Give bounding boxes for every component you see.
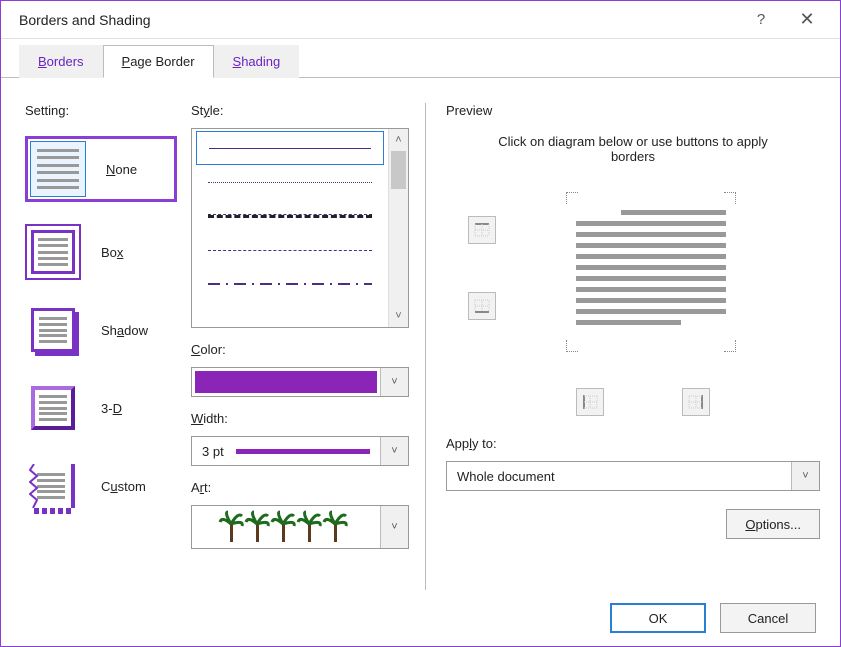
preview-instructions: Click on diagram below or use buttons to… <box>476 134 790 164</box>
chevron-down-icon[interactable]: ˅ <box>380 368 408 396</box>
width-section: Width: 3 pt ˅ <box>191 411 409 466</box>
help-button[interactable]: ? <box>738 5 784 35</box>
width-preview-bar <box>236 449 370 454</box>
borders-and-shading-dialog: Borders and Shading ? ✕ Borders Page Bor… <box>0 0 841 647</box>
setting-label-box: Box <box>101 245 123 260</box>
setting-column: Setting: None Box <box>25 103 177 590</box>
width-value: 3 pt <box>202 444 224 459</box>
close-button[interactable]: ✕ <box>784 5 830 35</box>
width-group-label: Width: <box>191 411 409 426</box>
scroll-down-icon[interactable]: ˅ <box>389 305 408 327</box>
setting-label-custom: Custom <box>101 479 146 494</box>
palm-trees-icon <box>216 510 356 544</box>
options-row: Options... <box>446 509 820 539</box>
border-bottom-button[interactable] <box>468 292 496 320</box>
tab-shading[interactable]: Shading <box>214 45 300 78</box>
options-button[interactable]: Options... <box>726 509 820 539</box>
color-swatch <box>195 371 377 393</box>
style-scrollbar[interactable]: ˄ ˅ <box>388 129 408 327</box>
color-combo[interactable]: ˅ <box>191 367 409 397</box>
tab-page-border[interactable]: Page Border <box>103 45 214 78</box>
setting-swatch-none <box>30 141 86 197</box>
chevron-down-icon[interactable]: ˅ <box>380 437 408 465</box>
style-option-dotted[interactable] <box>196 165 384 199</box>
chevron-down-icon[interactable]: ˅ <box>791 462 819 490</box>
border-top-button[interactable] <box>468 216 496 244</box>
art-combo[interactable]: ˅ <box>191 505 409 549</box>
content-area: Setting: None Box <box>1 89 840 590</box>
preview-document[interactable] <box>566 192 736 352</box>
style-option-dashed[interactable] <box>196 233 384 267</box>
setting-item-3d[interactable]: 3-D <box>25 380 177 436</box>
setting-swatch-box <box>25 224 81 280</box>
width-combo[interactable]: 3 pt ˅ <box>191 436 409 466</box>
setting-item-shadow[interactable]: Shadow <box>25 302 177 358</box>
style-option-solid[interactable] <box>196 131 384 165</box>
preview-area <box>446 180 820 430</box>
setting-group-label: Setting: <box>25 103 177 118</box>
cancel-button[interactable]: Cancel <box>720 603 816 633</box>
setting-item-custom[interactable]: Custom <box>25 458 177 514</box>
tab-borders[interactable]: Borders <box>19 45 103 78</box>
ok-button[interactable]: OK <box>610 603 706 633</box>
setting-list: None Box Shadow <box>25 136 177 514</box>
border-right-button[interactable] <box>682 388 710 416</box>
preview-group-label: Preview <box>446 103 820 118</box>
setting-swatch-custom <box>25 458 81 514</box>
chevron-down-icon[interactable]: ˅ <box>380 506 408 548</box>
style-option-dashed-fine[interactable] <box>196 199 384 233</box>
preview-column: Preview Click on diagram below or use bu… <box>440 103 820 590</box>
tab-bar: Borders Page Border Shading <box>1 45 840 78</box>
middle-column: Style: ˄ ˅ Co <box>191 103 426 590</box>
apply-to-value: Whole document <box>457 469 555 484</box>
apply-to-section: Apply to: Whole document ˅ <box>446 436 820 491</box>
scroll-thumb[interactable] <box>391 151 406 189</box>
setting-label-none: None <box>106 162 137 177</box>
setting-label-shadow: Shadow <box>101 323 148 338</box>
border-left-button[interactable] <box>576 388 604 416</box>
art-preview <box>192 506 380 548</box>
style-section: Style: ˄ ˅ <box>191 103 409 328</box>
color-section: Color: ˅ <box>191 342 409 397</box>
setting-label-3d: 3-D <box>101 401 122 416</box>
dialog-footer: OK Cancel <box>1 590 840 646</box>
scroll-up-icon[interactable]: ˄ <box>389 129 408 151</box>
style-option-dashdot[interactable] <box>196 267 384 301</box>
color-group-label: Color: <box>191 342 409 357</box>
setting-swatch-shadow <box>25 302 81 358</box>
titlebar: Borders and Shading ? ✕ <box>1 1 840 39</box>
setting-item-box[interactable]: Box <box>25 224 177 280</box>
apply-to-label: Apply to: <box>446 436 820 451</box>
scroll-track[interactable] <box>389 151 408 305</box>
style-group-label: Style: <box>191 103 409 118</box>
apply-to-combo[interactable]: Whole document ˅ <box>446 461 820 491</box>
setting-item-none[interactable]: None <box>25 136 177 202</box>
art-group-label: Art: <box>191 480 409 495</box>
art-section: Art: ˅ <box>191 480 409 549</box>
window-title: Borders and Shading <box>19 12 738 28</box>
style-listbox[interactable]: ˄ ˅ <box>191 128 409 328</box>
setting-swatch-3d <box>25 380 81 436</box>
